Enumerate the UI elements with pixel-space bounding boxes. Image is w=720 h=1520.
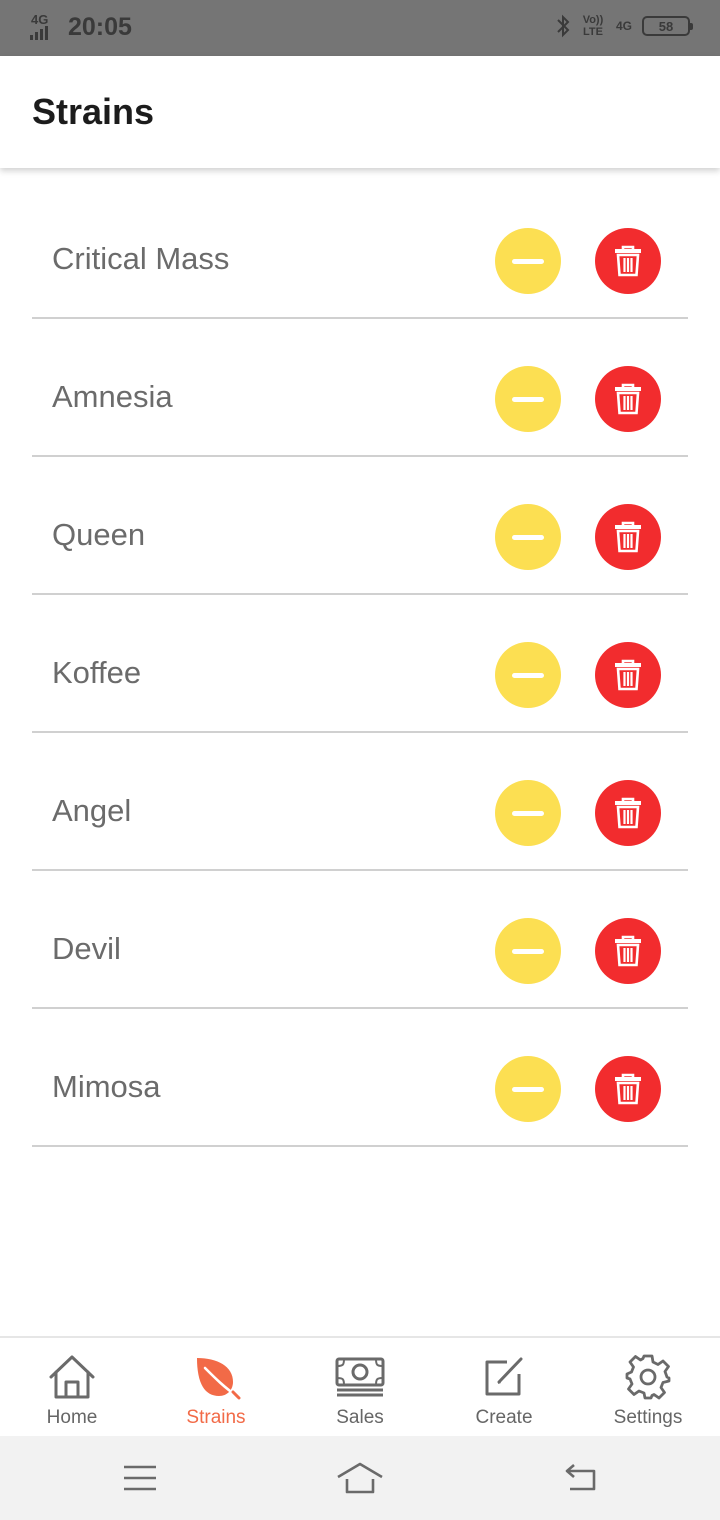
trash-icon: [615, 797, 641, 829]
page-title: Strains: [32, 91, 155, 132]
system-nav-bar: [0, 1436, 720, 1520]
signal-icon: 4G: [30, 12, 54, 42]
list-item[interactable]: Koffee: [32, 595, 688, 733]
network-type-right: 4G: [615, 18, 632, 33]
list-item[interactable]: Queen: [32, 457, 688, 595]
trash-icon: [615, 659, 641, 691]
remove-button[interactable]: [495, 780, 561, 846]
strain-name: Queen: [52, 517, 146, 552]
strain-list: Critical Mass Amnesia Queen Koffee Angel: [32, 181, 688, 1147]
minus-icon: [512, 948, 544, 954]
delete-button[interactable]: [595, 642, 661, 708]
remove-button[interactable]: [495, 228, 561, 294]
list-item[interactable]: Amnesia: [32, 319, 688, 457]
strain-name: Devil: [52, 931, 121, 966]
status-time: 20:05: [68, 12, 132, 41]
minus-icon: [512, 672, 544, 678]
battery-icon: 58: [642, 16, 693, 36]
battery-level: 58: [658, 18, 674, 34]
list-item[interactable]: Angel: [32, 733, 688, 871]
strain-name: Mimosa: [52, 1069, 161, 1104]
list-item[interactable]: Devil: [32, 871, 688, 1009]
edit-icon: [485, 1357, 523, 1396]
system-home-button[interactable]: [330, 1458, 390, 1498]
nav-create[interactable]: Create: [432, 1338, 576, 1438]
remove-button[interactable]: [495, 1056, 561, 1122]
strain-name: Amnesia: [52, 379, 173, 414]
minus-icon: [512, 396, 544, 402]
delete-button[interactable]: [595, 1056, 661, 1122]
minus-icon: [512, 810, 544, 816]
app-bar: Strains: [0, 56, 720, 168]
gear-icon: [625, 1354, 671, 1400]
delete-button[interactable]: [595, 780, 661, 846]
remove-button[interactable]: [495, 366, 561, 432]
list-item[interactable]: Critical Mass: [32, 181, 688, 319]
trash-icon: [615, 521, 641, 553]
list-item[interactable]: Mimosa: [32, 1009, 688, 1147]
strain-name: Angel: [52, 793, 132, 828]
nav-create-label: Create: [475, 1407, 533, 1428]
status-right: Vo)) LTE 4G 58: [556, 14, 693, 38]
system-back-button[interactable]: [550, 1458, 610, 1498]
delete-button[interactable]: [595, 918, 661, 984]
volte-indicator: Vo)) LTE: [582, 14, 604, 38]
nav-home-label: Home: [46, 1407, 98, 1428]
strain-name: Critical Mass: [52, 241, 230, 276]
nav-settings-label: Settings: [613, 1407, 683, 1428]
nav-settings[interactable]: Settings: [576, 1338, 720, 1438]
menu-icon: [124, 1465, 156, 1491]
remove-button[interactable]: [495, 918, 561, 984]
bluetooth-icon: [557, 14, 570, 38]
minus-icon: [512, 258, 544, 264]
status-bar: 4G 20:05 Vo)) LTE 4G 58: [0, 0, 720, 56]
remove-button[interactable]: [495, 504, 561, 570]
leaf-icon: [197, 1358, 241, 1400]
bottom-navigation: Home Strains Sales Create Settings: [0, 1336, 720, 1436]
home-outline-icon: [337, 1462, 383, 1494]
nav-home[interactable]: Home: [0, 1338, 144, 1438]
minus-icon: [512, 1086, 544, 1092]
trash-icon: [615, 1073, 641, 1105]
nav-sales-label: Sales: [336, 1407, 384, 1428]
nav-strains-label: Strains: [186, 1407, 246, 1428]
system-menu-button[interactable]: [110, 1458, 170, 1498]
delete-button[interactable]: [595, 504, 661, 570]
trash-icon: [615, 935, 641, 967]
home-icon: [49, 1355, 95, 1399]
status-left: 4G 20:05: [30, 12, 132, 42]
trash-icon: [615, 245, 641, 277]
nav-sales[interactable]: Sales: [288, 1338, 432, 1438]
back-icon: [565, 1464, 596, 1491]
remove-button[interactable]: [495, 642, 561, 708]
minus-icon: [512, 534, 544, 540]
strain-name: Koffee: [52, 655, 142, 690]
trash-icon: [615, 383, 641, 415]
network-type-left: 4G: [31, 12, 49, 27]
delete-button[interactable]: [595, 366, 661, 432]
nav-strains[interactable]: Strains: [144, 1338, 288, 1438]
money-icon: [335, 1357, 385, 1397]
delete-button[interactable]: [595, 228, 661, 294]
